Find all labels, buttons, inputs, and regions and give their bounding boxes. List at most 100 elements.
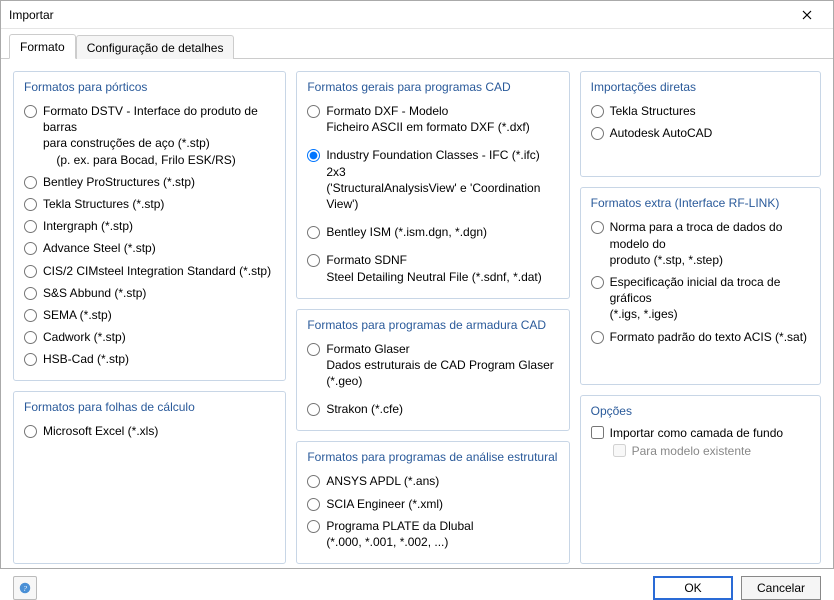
radio-scia-input[interactable]	[307, 498, 320, 511]
radio-sema[interactable]: SEMA (*.stp)	[24, 304, 275, 326]
import-dialog: Importar Formato Configuração de detalhe…	[0, 0, 834, 569]
radio-cis2-input[interactable]	[24, 265, 37, 278]
radio-strakon-input[interactable]	[307, 403, 320, 416]
group-diretas: Importações diretas Tekla Structures Aut…	[580, 71, 821, 177]
radio-bentleyps-input[interactable]	[24, 176, 37, 189]
radio-dxf[interactable]: Formato DXF - Modelo Ficheiro ASCII em f…	[307, 100, 558, 138]
radio-abbund[interactable]: S&S Abbund (*.stp)	[24, 282, 275, 304]
radio-sema-input[interactable]	[24, 309, 37, 322]
radio-iges-label: Especificação inicial da troca de gráfic…	[610, 274, 810, 323]
radio-autocad-input[interactable]	[591, 127, 604, 140]
radio-ansys-input[interactable]	[307, 475, 320, 488]
radio-cadwork-label: Cadwork (*.stp)	[43, 329, 126, 345]
group-title-extra: Formatos extra (Interface RF-LINK)	[591, 196, 810, 210]
column-1: Formatos para pórticos Formato DSTV - In…	[13, 71, 286, 564]
radio-excel-input[interactable]	[24, 425, 37, 438]
radio-scia-label: SCIA Engineer (*.xml)	[326, 496, 443, 512]
help-icon: ?	[18, 581, 32, 595]
radio-hsbcad[interactable]: HSB-Cad (*.stp)	[24, 348, 275, 370]
close-button[interactable]	[787, 1, 827, 29]
radio-sdnf[interactable]: Formato SDNF Steel Detailing Neutral Fil…	[307, 249, 558, 287]
group-title-opcoes: Opções	[591, 404, 810, 418]
radio-plate-input[interactable]	[307, 520, 320, 533]
radio-autocad[interactable]: Autodesk AutoCAD	[591, 122, 810, 144]
radio-abbund-label: S&S Abbund (*.stp)	[43, 285, 146, 301]
radio-advsteel-label: Advance Steel (*.stp)	[43, 240, 156, 256]
radio-cis2[interactable]: CIS/2 CIMsteel Integration Standard (*.s…	[24, 260, 275, 282]
radio-autocad-label: Autodesk AutoCAD	[610, 125, 713, 141]
radio-intergraph[interactable]: Intergraph (*.stp)	[24, 215, 275, 237]
radio-strakon[interactable]: Strakon (*.cfe)	[307, 398, 558, 420]
titlebar: Importar	[1, 1, 833, 29]
radio-cadwork[interactable]: Cadwork (*.stp)	[24, 326, 275, 348]
radio-plate-label: Programa PLATE da Dlubal (*.000, *.001, …	[326, 518, 473, 550]
group-porticos: Formatos para pórticos Formato DSTV - In…	[13, 71, 286, 381]
group-title-folhas: Formatos para folhas de cálculo	[24, 400, 275, 414]
radio-glaser-input[interactable]	[307, 343, 320, 356]
group-extra: Formatos extra (Interface RF-LINK) Norma…	[580, 187, 821, 384]
group-title-armadura: Formatos para programas de armadura CAD	[307, 318, 558, 332]
radio-tekla-direct-input[interactable]	[591, 105, 604, 118]
radio-abbund-input[interactable]	[24, 287, 37, 300]
radio-dxf-input[interactable]	[307, 105, 320, 118]
tabstrip: Formato Configuração de detalhes	[1, 29, 833, 59]
radio-acis-label: Formato padrão do texto ACIS (*.sat)	[610, 329, 807, 345]
radio-bentleyism-input[interactable]	[307, 226, 320, 239]
radio-iges-input[interactable]	[591, 276, 604, 289]
group-title-porticos: Formatos para pórticos	[24, 80, 275, 94]
radio-ansys[interactable]: ANSYS APDL (*.ans)	[307, 470, 558, 492]
radio-excel[interactable]: Microsoft Excel (*.xls)	[24, 420, 275, 442]
check-background-input[interactable]	[591, 426, 604, 439]
tab-format[interactable]: Formato	[9, 34, 76, 59]
check-background-label: Importar como camada de fundo	[610, 426, 783, 440]
help-button[interactable]: ?	[13, 576, 37, 600]
radio-cis2-label: CIS/2 CIMsteel Integration Standard (*.s…	[43, 263, 271, 279]
radio-plate[interactable]: Programa PLATE da Dlubal (*.000, *.001, …	[307, 515, 558, 553]
radio-step[interactable]: Norma para a troca de dados do modelo do…	[591, 216, 810, 271]
radio-dstv-input[interactable]	[24, 105, 37, 118]
check-existing-input	[613, 444, 626, 457]
radio-tekla[interactable]: Tekla Structures (*.stp)	[24, 193, 275, 215]
radio-bentleyism-label: Bentley ISM (*.ism.dgn, *.dgn)	[326, 224, 487, 240]
radio-hsbcad-label: HSB-Cad (*.stp)	[43, 351, 129, 367]
radio-scia[interactable]: SCIA Engineer (*.xml)	[307, 493, 558, 515]
radio-cadwork-input[interactable]	[24, 331, 37, 344]
radio-advsteel[interactable]: Advance Steel (*.stp)	[24, 237, 275, 259]
check-background[interactable]: Importar como camada de fundo	[591, 424, 810, 442]
radio-acis[interactable]: Formato padrão do texto ACIS (*.sat)	[591, 326, 810, 348]
radio-dstv-label: Formato DSTV - Interface do produto de b…	[43, 103, 275, 168]
radio-tekla-direct[interactable]: Tekla Structures	[591, 100, 810, 122]
radio-strakon-label: Strakon (*.cfe)	[326, 401, 403, 417]
content-area: Formatos para pórticos Formato DSTV - In…	[1, 59, 833, 576]
radio-excel-label: Microsoft Excel (*.xls)	[43, 423, 158, 439]
column-2: Formatos gerais para programas CAD Forma…	[296, 71, 569, 564]
radio-ifc[interactable]: Industry Foundation Classes - IFC (*.ifc…	[307, 144, 558, 215]
radio-sdnf-label: Formato SDNF Steel Detailing Neutral Fil…	[326, 252, 541, 284]
radio-hsbcad-input[interactable]	[24, 353, 37, 366]
cancel-button[interactable]: Cancelar	[741, 576, 821, 600]
group-cad: Formatos gerais para programas CAD Forma…	[296, 71, 569, 299]
radio-tekla-direct-label: Tekla Structures	[610, 103, 696, 119]
radio-ansys-label: ANSYS APDL (*.ans)	[326, 473, 439, 489]
footer-buttons: OK Cancelar	[653, 576, 821, 600]
radio-sdnf-input[interactable]	[307, 254, 320, 267]
ok-button[interactable]: OK	[653, 576, 733, 600]
radio-acis-input[interactable]	[591, 331, 604, 344]
tab-details[interactable]: Configuração de detalhes	[76, 35, 235, 59]
radio-ifc-input[interactable]	[307, 149, 320, 162]
group-title-analise: Formatos para programas de análise estru…	[307, 450, 558, 464]
radio-iges[interactable]: Especificação inicial da troca de gráfic…	[591, 271, 810, 326]
radio-glaser[interactable]: Formato Glaser Dados estruturais de CAD …	[307, 338, 558, 393]
radio-bentleyps-label: Bentley ProStructures (*.stp)	[43, 174, 195, 190]
svg-text:?: ?	[23, 584, 27, 593]
radio-dstv[interactable]: Formato DSTV - Interface do produto de b…	[24, 100, 275, 171]
radio-tekla-input[interactable]	[24, 198, 37, 211]
radio-step-input[interactable]	[591, 221, 604, 234]
radio-bentleyism[interactable]: Bentley ISM (*.ism.dgn, *.dgn)	[307, 221, 558, 243]
group-opcoes: Opções Importar como camada de fundo Par…	[580, 395, 821, 565]
radio-ifc-label: Industry Foundation Classes - IFC (*.ifc…	[326, 147, 558, 212]
radio-advsteel-input[interactable]	[24, 242, 37, 255]
group-folhas: Formatos para folhas de cálculo Microsof…	[13, 391, 286, 564]
radio-bentleyps[interactable]: Bentley ProStructures (*.stp)	[24, 171, 275, 193]
radio-intergraph-input[interactable]	[24, 220, 37, 233]
